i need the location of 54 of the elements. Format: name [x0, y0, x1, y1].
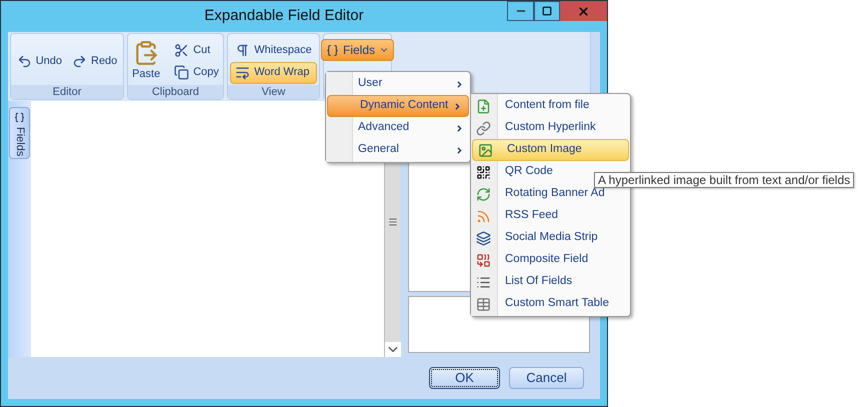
dialog-button[interactable]: OK	[429, 367, 500, 389]
braces-icon	[14, 112, 25, 123]
menu-item[interactable]: QR Code	[471, 161, 555, 183]
ribbon-button[interactable]: Whitespace	[230, 40, 317, 62]
side-tab[interactable]: Fields	[9, 107, 30, 159]
ribbon-button[interactable]: Copy	[169, 62, 224, 84]
scissors-icon	[174, 43, 190, 58]
combine-icon	[476, 252, 491, 268]
ribbon-button[interactable]: Undo	[12, 50, 67, 72]
ribbon-button[interactable]: Cut	[169, 40, 224, 62]
file-plus-icon	[476, 98, 491, 114]
group-label: Editor	[52, 84, 82, 100]
list-icon	[476, 274, 491, 290]
maximize-button[interactable]	[534, 1, 560, 21]
maximize-icon	[542, 6, 552, 16]
link-icon	[476, 120, 491, 136]
layers-icon	[476, 230, 491, 246]
ribbon-button[interactable]: Redo	[67, 50, 122, 72]
menu-item[interactable]: RSS Feed	[471, 205, 560, 227]
copy-icon	[174, 65, 190, 80]
ribbon-button[interactable]: Paste	[127, 39, 166, 84]
undo-icon	[16, 54, 32, 69]
menu-item[interactable]: Advanced	[326, 117, 470, 139]
dialog-button[interactable]: Cancel	[509, 367, 584, 389]
recycle-arrows-icon	[476, 186, 491, 202]
scroll-down-icon[interactable]	[384, 342, 400, 357]
close-icon	[577, 4, 590, 18]
qr-code-icon	[476, 164, 491, 180]
menu-item[interactable]: Composite Field	[471, 249, 590, 271]
menu-item[interactable]: Custom Smart Table	[471, 293, 611, 315]
tooltip: A hyperlinked image built from text and/or fields	[594, 172, 854, 188]
menu-item[interactable]: Dynamic Content	[327, 95, 469, 117]
minimize-button[interactable]	[507, 1, 534, 21]
group-label: View	[262, 84, 286, 100]
window-title: Expandable Field Editor	[203, 6, 365, 26]
table-icon	[476, 296, 491, 312]
wrap-text-icon	[235, 65, 250, 80]
menu-item[interactable]: General	[326, 139, 470, 161]
menu-item[interactable]: List Of Fields	[471, 271, 574, 293]
image-icon	[478, 142, 493, 158]
menu-item[interactable]: Social Media Strip	[471, 227, 600, 249]
menu-item[interactable]: Custom Image	[472, 139, 629, 161]
braces-icon	[326, 44, 339, 56]
menu-item[interactable]: Content from file	[471, 95, 592, 117]
pilcrow-icon	[235, 43, 250, 58]
fields-dropdown-button[interactable]: Fields	[321, 39, 394, 61]
redo-icon	[72, 54, 87, 69]
menu-item[interactable]: User	[326, 73, 470, 95]
menu-item[interactable]: Custom Hyperlink	[471, 117, 598, 139]
ribbon-button[interactable]: Word Wrap	[230, 62, 317, 84]
scroll-grip-icon	[388, 216, 398, 226]
rss-icon	[476, 208, 491, 224]
group-label: Clipboard	[152, 84, 200, 100]
close-button[interactable]	[560, 1, 607, 21]
